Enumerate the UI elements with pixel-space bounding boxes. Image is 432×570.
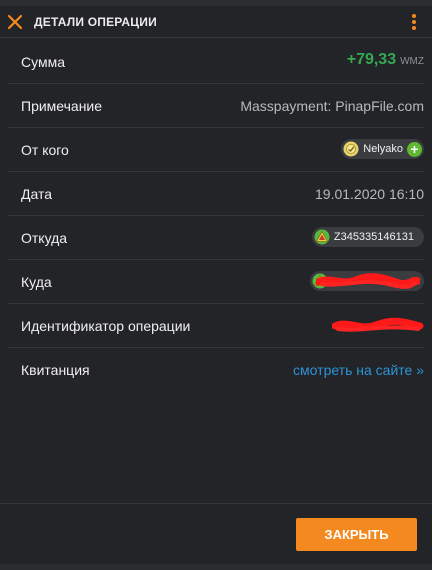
source-purse-chip[interactable]: Z345335146131	[311, 227, 424, 247]
amount-currency: WMZ	[400, 56, 424, 67]
dialog-title: ДЕТАЛИ ОПЕРАЦИИ	[34, 15, 157, 29]
dialog-header: ДЕТАЛИ ОПЕРАЦИИ	[0, 6, 432, 38]
redaction-scribble	[316, 273, 420, 289]
wm-purse-icon	[314, 229, 330, 245]
operation-id-label: Идентификатор операции	[21, 318, 191, 334]
from-label: От кого	[21, 142, 69, 158]
source-purse-number: Z345335146131	[333, 231, 414, 243]
amount-value: +79,33 WMZ	[347, 51, 424, 69]
row-destination: Куда	[8, 260, 424, 304]
row-receipt: Квитанция смотреть на сайте »	[8, 348, 424, 392]
sender-chip[interactable]: Nelyako +	[341, 139, 424, 159]
sender-name: Nelyako	[363, 143, 403, 155]
more-menu-icon[interactable]	[408, 13, 420, 31]
details-list: Сумма +79,33 WMZ Примечание Masspayment: …	[8, 40, 424, 392]
amount-number: +79,33	[346, 51, 397, 68]
background-window-strip	[0, 564, 432, 570]
row-date: Дата 19.01.2020 16:10	[8, 172, 424, 216]
date-value: 19.01.2020 16:10	[315, 186, 424, 202]
operation-details-dialog: ДЕТАЛИ ОПЕРАЦИИ Сумма +79,33 WMZ Примечан…	[0, 6, 432, 564]
amount-label: Сумма	[21, 54, 65, 70]
wm-passport-icon	[343, 141, 359, 157]
close-icon[interactable]	[6, 13, 24, 31]
date-label: Дата	[21, 186, 53, 202]
row-operation-id: Идентификатор операции	[8, 304, 424, 348]
destination-label: Куда	[21, 274, 52, 290]
footer-divider	[0, 503, 432, 504]
note-label: Примечание	[21, 98, 103, 114]
redaction-scribble	[332, 317, 424, 332]
row-amount: Сумма +79,33 WMZ	[8, 40, 424, 84]
source-label: Откуда	[21, 230, 68, 246]
row-note: Примечание Masspayment: PinapFile.com	[8, 84, 424, 128]
row-source: Откуда Z345335146131	[8, 216, 424, 260]
note-value: Masspayment: PinapFile.com	[240, 98, 424, 114]
receipt-link[interactable]: смотреть на сайте »	[293, 362, 424, 378]
row-from: От кого Nelyako +	[8, 128, 424, 172]
close-button[interactable]: ЗАКРЫТЬ	[296, 518, 417, 551]
destination-purse-chip[interactable]	[310, 271, 424, 291]
add-contact-icon[interactable]: +	[407, 141, 422, 157]
receipt-label: Квитанция	[21, 362, 90, 378]
